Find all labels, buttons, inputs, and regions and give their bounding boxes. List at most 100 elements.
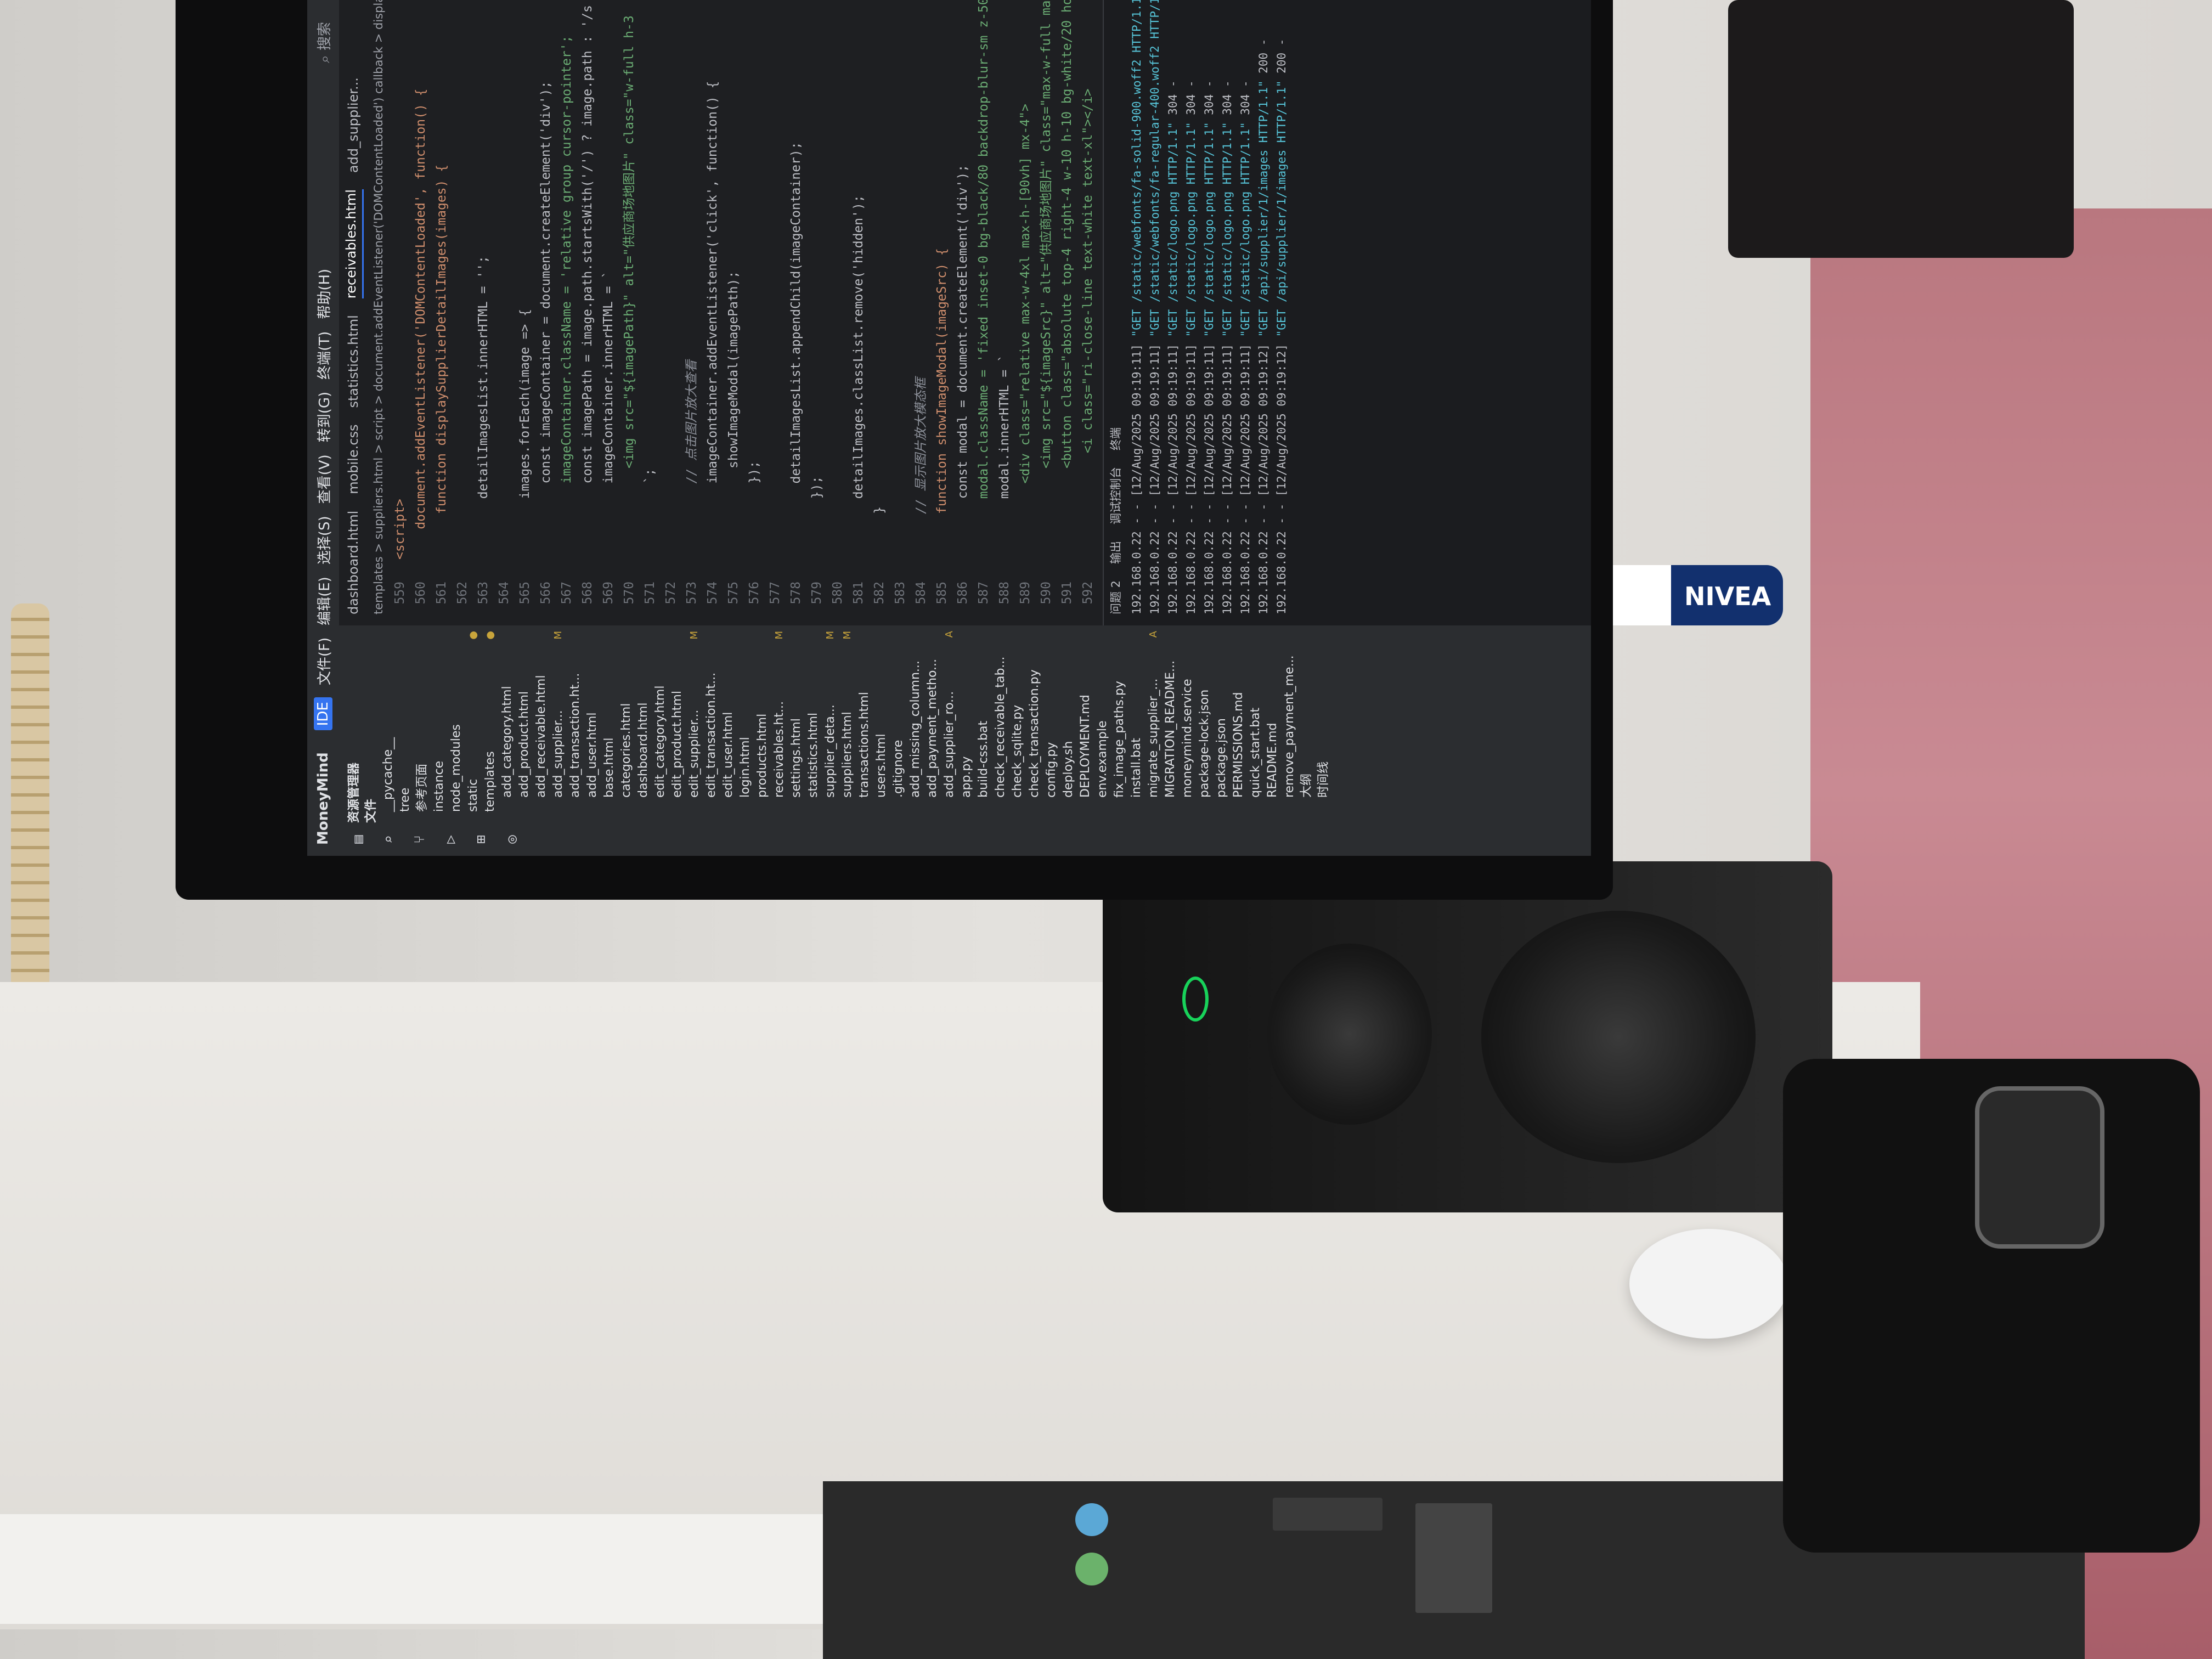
tree-item[interactable]: build-css.bat: [975, 625, 992, 823]
tree-item[interactable]: README.md: [1264, 625, 1281, 823]
code-text: <img src="${imageSrc}" alt="供应商场地图片" cla…: [1039, 0, 1053, 560]
tree-item[interactable]: add_supplier_ro... A: [941, 625, 958, 823]
panel-tab[interactable]: 调试控制台: [1104, 467, 1128, 524]
tree-item[interactable]: login.html: [737, 625, 754, 823]
tree-item[interactable]: __pycache__: [380, 625, 397, 823]
speaker-woofer: [1481, 911, 1756, 1163]
tree-item[interactable]: settings.html: [788, 625, 805, 823]
tree-item[interactable]: static ●: [465, 625, 482, 823]
tree-item[interactable]: instance: [431, 625, 448, 823]
line-number: 589: [1018, 582, 1032, 605]
tree-item[interactable]: edit_transaction.ht...: [703, 625, 720, 823]
tree-item[interactable]: check_sqlite.py: [1009, 625, 1026, 823]
tree-item[interactable]: config.py: [1043, 625, 1060, 823]
tree-item[interactable]: base.html: [601, 625, 618, 823]
ide-mode-badge[interactable]: IDE: [314, 697, 332, 731]
tree-item[interactable]: 参考页面: [414, 625, 431, 823]
tree-item-label: config.py: [1045, 742, 1058, 798]
tree-item[interactable]: check_receivable_tab...: [992, 625, 1009, 823]
tree-item[interactable]: add_user.html: [584, 625, 601, 823]
menu-view[interactable]: 查看(V): [313, 454, 334, 504]
tree-item[interactable]: supplier_deta... M: [822, 625, 839, 823]
menu-help[interactable]: 帮助(H): [313, 269, 334, 319]
code-editor[interactable]: 559<script> 560 document.addEventListener…: [390, 0, 1103, 625]
tree-item[interactable]: 大纲: [1298, 625, 1315, 823]
tree-item[interactable]: add_category.html: [499, 625, 516, 823]
search-icon[interactable]: ⌕: [381, 835, 397, 844]
editor-tabs: dashboard.html mobile.css statistics.html r…: [339, 0, 368, 625]
tree-item[interactable]: transactions.html: [856, 625, 873, 823]
tree-item[interactable]: edit_product.html: [669, 625, 686, 823]
tree-item[interactable]: DEPLOYMENT.md: [1077, 625, 1094, 823]
run-debug-icon[interactable]: ▷: [442, 835, 459, 844]
tree-item[interactable]: package.json: [1213, 625, 1230, 823]
editor-tab[interactable]: dashboard.html: [346, 511, 361, 614]
code-text: detailImagesList.appendChild(imageContai…: [789, 142, 803, 560]
extensions-icon[interactable]: ⊞: [473, 835, 489, 844]
tree-item[interactable]: add_receivable.html: [533, 625, 550, 823]
editor-tab[interactable]: receivables.html: [343, 189, 364, 299]
speaker-power-led: [1182, 977, 1209, 1022]
tree-item[interactable]: receivables.ht... M: [771, 625, 788, 823]
tree-item[interactable]: .gitignore: [890, 625, 907, 823]
tree-item[interactable]: node_modules: [448, 625, 465, 823]
tree-item[interactable]: MIGRATION_README...: [1162, 625, 1179, 823]
panel-tab[interactable]: 终端: [1104, 427, 1128, 450]
tree-item-label: check_transaction.py: [1028, 669, 1041, 798]
terminal-log[interactable]: 192.168.0.22 - - [12/Aug/2025 09:19:11] …: [1128, 0, 1291, 625]
editor-tab[interactable]: mobile.css: [346, 425, 361, 494]
editor-tab[interactable]: statistics.html: [346, 315, 361, 408]
menu-edit[interactable]: 编辑(E): [313, 577, 334, 625]
explorer-icon[interactable]: ▤: [350, 835, 366, 844]
source-control-icon[interactable]: ⑂: [411, 835, 428, 844]
panel-tab[interactable]: 输出: [1104, 541, 1128, 564]
line-number: 578: [789, 582, 803, 605]
tree-item[interactable]: users.html: [873, 625, 890, 823]
tree-item[interactable]: 时间线: [1315, 625, 1332, 823]
explorer-section[interactable]: 文件: [363, 625, 380, 823]
tree-item[interactable]: quick_start.bat: [1247, 625, 1264, 823]
tree-item[interactable]: categories.html: [618, 625, 635, 823]
breadcrumb[interactable]: templates > suppliers.html > script > do…: [368, 0, 390, 625]
tree-item[interactable]: check_transaction.py: [1026, 625, 1043, 823]
tree-item[interactable]: fix_image_paths.py: [1111, 625, 1128, 823]
tree-item[interactable]: add_missing_column...: [907, 625, 924, 823]
tree-item[interactable]: add_transaction.ht...: [567, 625, 584, 823]
tree-item[interactable]: env.example: [1094, 625, 1111, 823]
git-status-badge: M: [552, 631, 564, 640]
tree-item[interactable]: edit_user.html: [720, 625, 737, 823]
tree-item[interactable]: add_product.html: [516, 625, 533, 823]
editor-tab[interactable]: add_supplier...: [346, 77, 361, 173]
log-code: 200 -: [1257, 31, 1270, 74]
remote-icon[interactable]: ◎: [504, 835, 520, 844]
tree-item[interactable]: statistics.html: [805, 625, 822, 823]
menu-go[interactable]: 转到(G): [313, 392, 334, 442]
tree-item[interactable]: tree: [397, 625, 414, 823]
tree-item[interactable]: add_payment_metho...: [924, 625, 941, 823]
tree-item[interactable]: migrate_supplier_... A: [1145, 625, 1162, 823]
tree-item-label: users.html: [874, 733, 888, 798]
tree-item[interactable]: products.html: [754, 625, 771, 823]
tree-item[interactable]: PERMISSIONS.md: [1230, 625, 1247, 823]
panel-tab[interactable]: 问题 2: [1104, 580, 1128, 614]
code-line: 587 modal.className = 'fixed inset-0 bg-…: [973, 0, 994, 625]
tree-item[interactable]: edit_category.html: [652, 625, 669, 823]
code-text: // 点击图片放大查看: [685, 359, 699, 560]
tree-item[interactable]: install.bat: [1128, 625, 1145, 823]
tree-item[interactable]: edit_supplier... M: [686, 625, 703, 823]
search-box[interactable]: ⌕ 搜索: [313, 22, 334, 63]
tree-item[interactable]: remove_payment_me...: [1281, 625, 1298, 823]
code-line: 592 <i class="ri-close-line text-white t…: [1077, 0, 1098, 625]
tree-item[interactable]: package-lock.json: [1196, 625, 1213, 823]
menu-terminal[interactable]: 终端(T): [313, 331, 334, 380]
tree-item[interactable]: add_supplier... M: [550, 625, 567, 823]
app-name[interactable]: MoneyMind: [315, 752, 331, 845]
tree-item[interactable]: templates ●: [482, 625, 499, 823]
tree-item[interactable]: suppliers.html M: [839, 625, 856, 823]
tree-item[interactable]: app.py: [958, 625, 975, 823]
tree-item[interactable]: dashboard.html: [635, 625, 652, 823]
menu-selection[interactable]: 选择(S): [313, 516, 334, 565]
tree-item[interactable]: deploy.sh: [1060, 625, 1077, 823]
tree-item[interactable]: moneymind.service: [1179, 625, 1196, 823]
menu-file[interactable]: 文件(F): [313, 637, 334, 685]
